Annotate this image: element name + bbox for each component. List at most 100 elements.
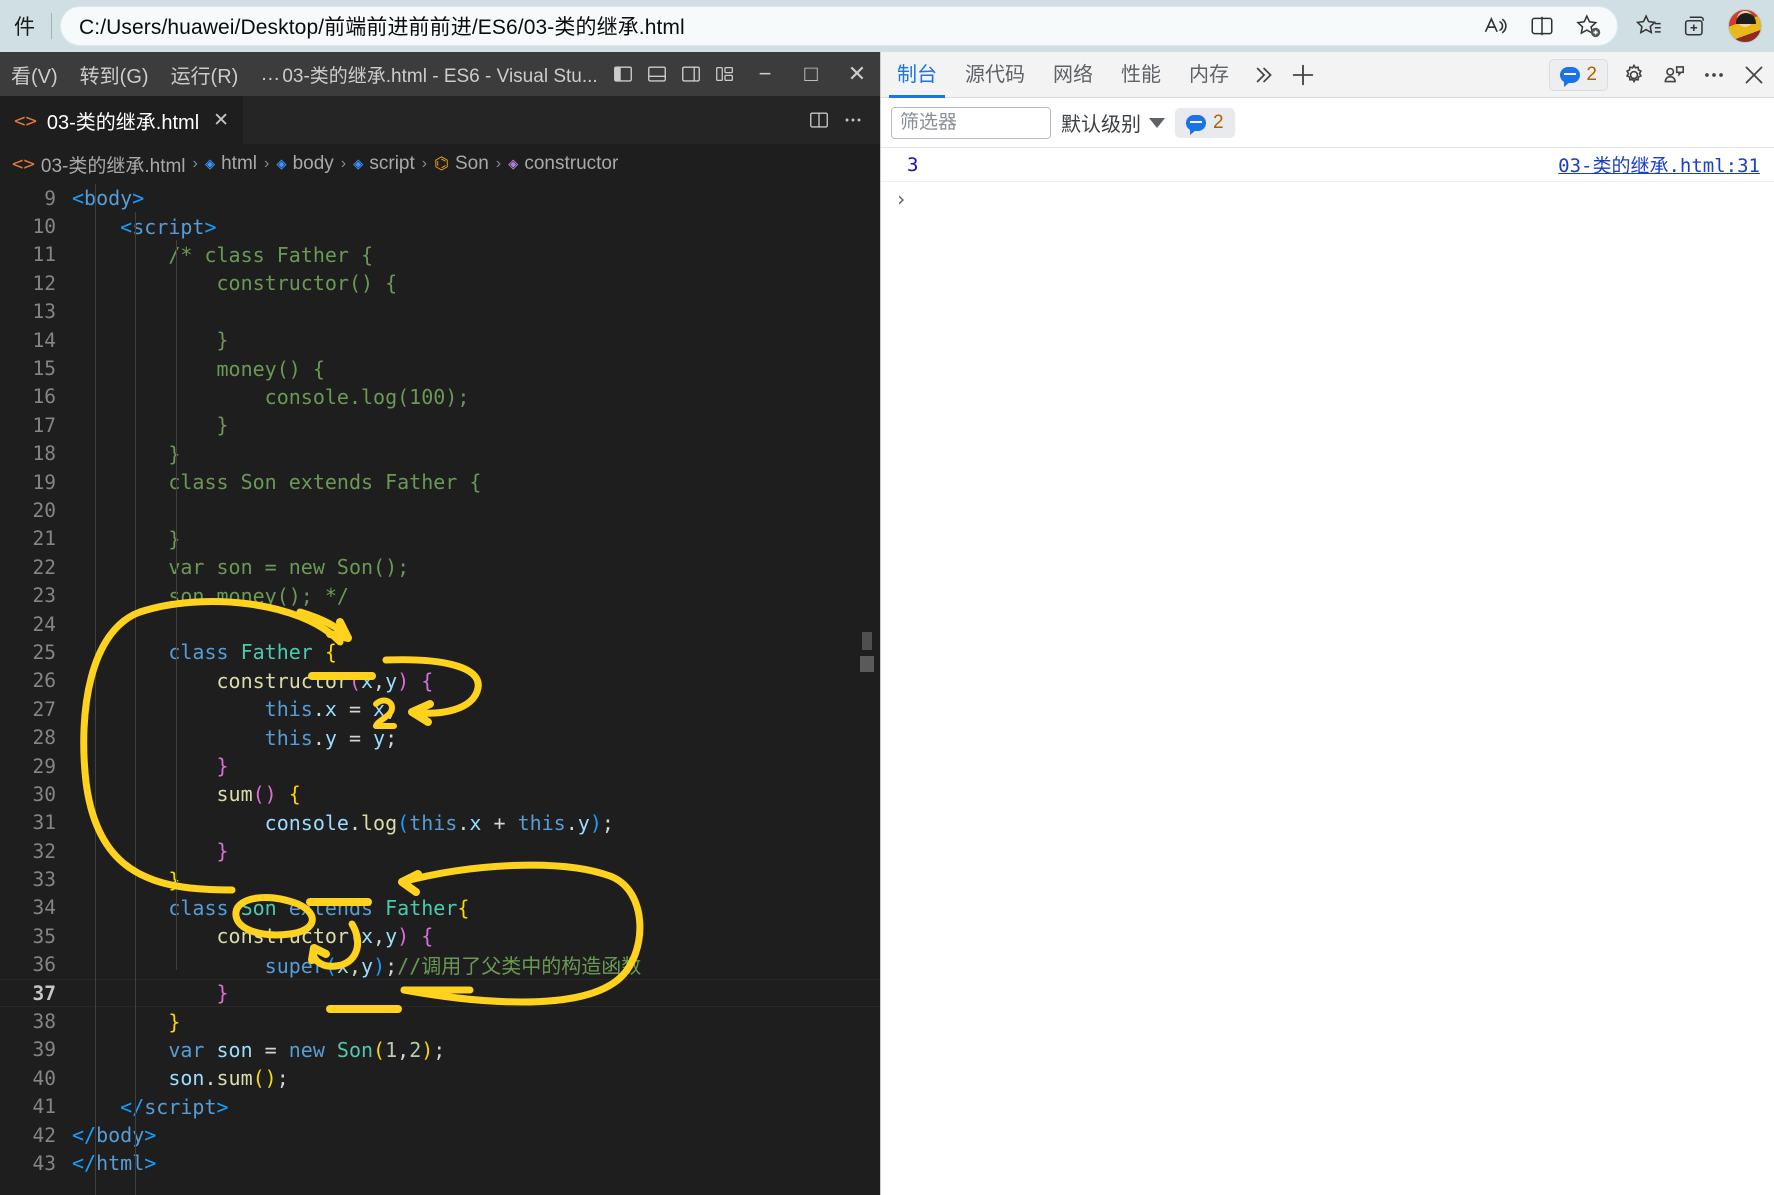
- code-line-30[interactable]: 30 sum() {: [0, 780, 880, 808]
- code-editor[interactable]: 9 <body> 10 <script> 11 /* class Father {12…: [0, 184, 880, 1195]
- tab-console[interactable]: 制台: [883, 52, 951, 98]
- tab-memory[interactable]: 内存: [1175, 52, 1243, 98]
- code-line-34[interactable]: 34 class Son extends Father{: [0, 894, 880, 922]
- add-favorite-icon[interactable]: [1565, 6, 1611, 46]
- code-line-17[interactable]: 17 }: [0, 411, 880, 439]
- breadcrumb-item-body[interactable]: ◈ body: [276, 153, 333, 175]
- code-line-20[interactable]: 20: [0, 496, 880, 524]
- code-line-38[interactable]: 38 }: [0, 1007, 880, 1035]
- more-actions-icon[interactable]: [836, 98, 870, 142]
- breadcrumb-item-html[interactable]: ◈ html: [205, 153, 257, 175]
- filter-input[interactable]: [891, 106, 1051, 139]
- code-line-25[interactable]: 25 class Father {: [0, 638, 880, 666]
- html-file-icon: <>: [12, 153, 35, 175]
- breadcrumb-item-file[interactable]: <> 03-类的继承.html: [12, 151, 186, 178]
- line-number: 41: [32, 1095, 56, 1119]
- code-line-40[interactable]: 40 son.sum();: [0, 1064, 880, 1092]
- issues-counter-button[interactable]: 2: [1549, 58, 1608, 91]
- split-screen-icon[interactable]: [1519, 6, 1565, 46]
- code-line-26[interactable]: 26 constructor(x,y) {: [0, 667, 880, 695]
- console-row[interactable]: 3 03-类的继承.html:31: [881, 148, 1774, 182]
- code-token: <: [120, 214, 133, 239]
- close-icon[interactable]: [1734, 52, 1774, 98]
- code-line-42[interactable]: 42 </body>: [0, 1121, 880, 1149]
- toggle-panel-icon[interactable]: [640, 52, 674, 96]
- code-line-14[interactable]: 14 }: [0, 326, 880, 354]
- code-line-23[interactable]: 23 son.money(); */: [0, 581, 880, 609]
- code-line-21[interactable]: 21 }: [0, 525, 880, 553]
- favorites-icon[interactable]: [1626, 6, 1672, 46]
- breadcrumb-item-son[interactable]: ⌬ Son: [434, 153, 489, 175]
- code-token: html: [96, 1151, 145, 1176]
- toggle-primary-sidebar-icon[interactable]: [606, 52, 640, 96]
- code-token: }: [216, 981, 229, 1006]
- toggle-secondary-sidebar-icon[interactable]: [674, 52, 708, 96]
- code-token: this: [409, 810, 458, 835]
- tab-performance[interactable]: 性能: [1107, 52, 1175, 98]
- ellipsis-icon[interactable]: [1694, 52, 1734, 98]
- code-line-29[interactable]: 29 }: [0, 752, 880, 780]
- url-text[interactable]: C:/Users/huawei/Desktop/前端前进前前进/ES6/03-类…: [79, 11, 1473, 41]
- line-number: 24: [32, 612, 56, 636]
- code-line-9[interactable]: 9 <body>: [0, 184, 880, 212]
- code-line-32[interactable]: 32 }: [0, 837, 880, 865]
- code-line-15[interactable]: 15 money() {: [0, 354, 880, 382]
- code-line-41[interactable]: 41 </script>: [0, 1093, 880, 1121]
- address-bar[interactable]: C:/Users/huawei/Desktop/前端前进前前进/ES6/03-类…: [60, 6, 1618, 46]
- code-line-35[interactable]: 35 constructor(x,y) {: [0, 922, 880, 950]
- window-minimize-button[interactable]: −: [742, 52, 788, 96]
- window-close-button[interactable]: ✕: [834, 52, 880, 96]
- code-line-28[interactable]: 28 this.y = y;: [0, 723, 880, 751]
- tab-network[interactable]: 网络: [1039, 52, 1107, 98]
- menu-goto[interactable]: 转到(G): [69, 60, 160, 89]
- menu-more[interactable]: …: [249, 63, 291, 86]
- console-prompt[interactable]: ›: [881, 182, 1774, 216]
- code-line-36[interactable]: 36 super(x,y);//调用了父类中的构造函数: [0, 951, 880, 979]
- code-line-43[interactable]: 43 </html>: [0, 1149, 880, 1177]
- code-line-22[interactable]: 22 var son = new Son();: [0, 553, 880, 581]
- line-number: 22: [32, 555, 56, 579]
- tab-sources[interactable]: 源代码: [951, 52, 1039, 98]
- code-line-19[interactable]: 19 class Son extends Father {: [0, 468, 880, 496]
- close-icon[interactable]: ✕: [213, 109, 229, 132]
- code-text: constructor(x,y) {: [72, 669, 880, 693]
- code-line-33[interactable]: 33 }: [0, 865, 880, 893]
- menu-view[interactable]: 看(V): [0, 60, 69, 89]
- profile-avatar[interactable]: [1728, 9, 1762, 43]
- code-text: super(x,y);//调用了父类中的构造函数: [72, 950, 880, 979]
- code-line-16[interactable]: 16 console.log(100);: [0, 383, 880, 411]
- split-editor-icon[interactable]: [802, 98, 836, 142]
- collections-icon[interactable]: [1672, 6, 1718, 46]
- customize-layout-icon[interactable]: [708, 52, 742, 96]
- code-line-12[interactable]: 12 constructor() {: [0, 269, 880, 297]
- code-token: Son: [336, 1037, 374, 1062]
- log-level-select[interactable]: 默认级别: [1061, 108, 1165, 137]
- console-source-link[interactable]: 03-类的继承.html:31: [1558, 151, 1760, 178]
- breadcrumb-item-constructor[interactable]: ◈ constructor: [508, 153, 618, 175]
- customize-icon[interactable]: [1654, 52, 1694, 98]
- chevron-double-right-icon[interactable]: [1243, 52, 1283, 98]
- code-line-24[interactable]: 24: [0, 610, 880, 638]
- issues-pill[interactable]: 2: [1175, 107, 1235, 138]
- code-line-39[interactable]: 39 var son = new Son(1,2);: [0, 1036, 880, 1064]
- code-token: .: [457, 810, 470, 835]
- code-line-27[interactable]: 27 this.x = x;: [0, 695, 880, 723]
- menu-run[interactable]: 运行(R): [160, 60, 250, 89]
- plus-icon[interactable]: [1283, 52, 1323, 98]
- code-line-37[interactable]: 37 }: [0, 978, 880, 1008]
- code-line-10[interactable]: 10 <script>: [0, 212, 880, 240]
- code-token: y: [361, 954, 374, 979]
- editor-tab-03-inheritance[interactable]: <> 03-类的继承.html ✕: [0, 96, 244, 144]
- code-line-11[interactable]: 11 /* class Father {: [0, 241, 880, 269]
- read-aloud-icon[interactable]: [1473, 6, 1519, 46]
- gear-icon[interactable]: [1614, 52, 1654, 98]
- issues-pill-count: 2: [1213, 111, 1224, 133]
- vscode-layout-controls: − □ ✕: [606, 52, 880, 96]
- window-maximize-button[interactable]: □: [788, 52, 834, 96]
- code-token: }: [216, 328, 229, 353]
- code-line-13[interactable]: 13: [0, 298, 880, 326]
- code-line-18[interactable]: 18 }: [0, 440, 880, 468]
- code-line-31[interactable]: 31 console.log(this.x + this.y);: [0, 809, 880, 837]
- breadcrumb-item-script[interactable]: ◈ script: [353, 153, 415, 175]
